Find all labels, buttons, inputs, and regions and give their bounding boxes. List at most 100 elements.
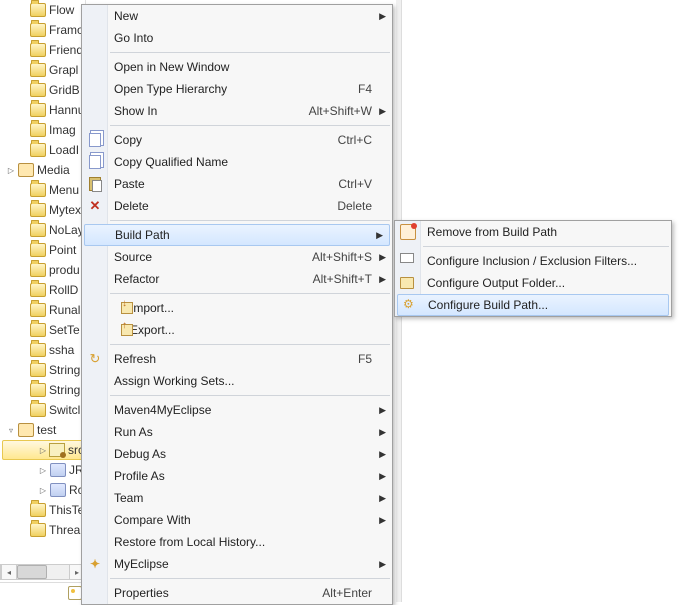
src-icon — [49, 443, 65, 457]
tree-item[interactable]: LoadI — [2, 140, 85, 160]
menu-item[interactable]: ✦MyEclipse▶ — [82, 553, 392, 575]
tree-item[interactable]: ▷Media — [2, 160, 85, 180]
tree-item-label: Friend — [49, 43, 83, 57]
expand-arrow-icon[interactable]: ▷ — [38, 465, 48, 475]
menu-item-shortcut: Ctrl+C — [338, 133, 372, 147]
submenu-item[interactable]: Remove from Build Path — [395, 221, 671, 243]
context-menu[interactable]: New▶Go Into Open in New WindowOpen Type H… — [81, 4, 393, 605]
tree-item[interactable]: ▷src — [2, 440, 85, 460]
menu-item[interactable]: Go Into — [82, 27, 392, 49]
submenu-arrow-icon: ▶ — [379, 405, 386, 416]
tree-item[interactable]: ▷Rc — [2, 480, 85, 500]
tree-item[interactable]: ▷JR — [2, 460, 85, 480]
expand-arrow-icon[interactable]: ▷ — [39, 445, 47, 455]
menu-item-shortcut: Ctrl+V — [338, 177, 372, 191]
tree-item[interactable]: Imag — [2, 120, 85, 140]
bottom-toolbar — [0, 582, 86, 602]
submenu-item[interactable]: Configure Output Folder... — [395, 272, 671, 294]
submenu-item[interactable]: Configure Inclusion / Exclusion Filters.… — [395, 250, 671, 272]
menu-item[interactable]: Run As▶ — [82, 421, 392, 443]
tree-item-label: Menu — [49, 183, 79, 197]
submenu-item[interactable]: ⚙Configure Build Path... — [397, 294, 669, 316]
menu-item[interactable]: Open in New Window — [82, 56, 392, 78]
folder-icon — [30, 83, 46, 97]
tree-item-label: SetTe — [49, 323, 80, 337]
menu-item[interactable]: Team▶ — [82, 487, 392, 509]
menu-item[interactable]: Copy Qualified Name — [82, 151, 392, 173]
expand-arrow-icon[interactable]: ▷ — [6, 165, 16, 175]
folder-icon — [30, 203, 46, 217]
menu-item[interactable]: Paste Ctrl+V — [82, 173, 392, 195]
menu-item-shortcut: F5 — [358, 352, 372, 366]
tree-item-label: ThisTe — [49, 503, 84, 517]
new-wizard-icon[interactable] — [68, 586, 82, 600]
jar-icon — [50, 483, 66, 497]
menu-separator — [110, 125, 390, 126]
menu-item[interactable]: Restore from Local History... — [82, 531, 392, 553]
tree-item[interactable]: NoLay — [2, 220, 85, 240]
menu-item[interactable]: Debug As▶ — [82, 443, 392, 465]
menu-item[interactable]: Show InAlt+Shift+W▶ — [82, 100, 392, 122]
menu-item[interactable]: CopyCtrl+C — [82, 129, 392, 151]
menu-item[interactable]: ✕DeleteDelete — [82, 195, 392, 217]
tree-item-label: Point — [49, 243, 76, 257]
tree-item-label: Switcl — [49, 403, 80, 417]
menu-item-label: Paste — [114, 177, 330, 191]
tree-item[interactable]: ThisTe — [2, 500, 85, 520]
menu-item[interactable]: New▶ — [82, 5, 392, 27]
tree-item[interactable]: Menu — [2, 180, 85, 200]
tree-item[interactable]: String — [2, 380, 85, 400]
tree-item[interactable]: String — [2, 360, 85, 380]
menu-item-label: Restore from Local History... — [114, 535, 372, 549]
tree-item[interactable]: Flow — [2, 0, 85, 20]
submenu-arrow-icon: ▶ — [379, 471, 386, 482]
tree-item[interactable]: Mytex — [2, 200, 85, 220]
menu-item[interactable]: Open Type HierarchyF4 — [82, 78, 392, 100]
proj-icon — [18, 423, 34, 437]
menu-separator — [110, 578, 390, 579]
tree-item-label: RollD — [49, 283, 78, 297]
menu-item[interactable]: Profile As▶ — [82, 465, 392, 487]
menu-separator — [423, 246, 669, 247]
menu-item[interactable]: SourceAlt+Shift+S▶ — [82, 246, 392, 268]
menu-item[interactable]: Build Path▶ — [84, 224, 390, 246]
scroll-thumb[interactable] — [17, 565, 47, 579]
build-path-submenu[interactable]: Remove from Build Path Configure Inclusio… — [394, 220, 672, 317]
tree-item[interactable]: Friend — [2, 40, 85, 60]
project-explorer[interactable]: FlowFramoFriendGraplGridBHannuImagLoadI▷… — [2, 0, 86, 560]
tree-item[interactable]: Point — [2, 240, 85, 260]
tree-item[interactable]: Runal — [2, 300, 85, 320]
folder-icon — [30, 323, 46, 337]
menu-item[interactable]: Export... — [82, 319, 392, 341]
tree-item[interactable]: Threa — [2, 520, 85, 540]
menu-item[interactable]: Compare With▶ — [82, 509, 392, 531]
expand-arrow-icon[interactable]: ▷ — [38, 485, 48, 495]
menu-item[interactable]: PropertiesAlt+Enter — [82, 582, 392, 604]
menu-item[interactable]: ↻RefreshF5 — [82, 348, 392, 370]
horizontal-scrollbar[interactable]: ◂ ▸ — [0, 564, 86, 580]
submenu-arrow-icon: ▶ — [379, 252, 386, 263]
menu-item-label: Debug As — [114, 447, 372, 461]
tree-item[interactable]: RollD — [2, 280, 85, 300]
tree-item[interactable]: produ — [2, 260, 85, 280]
scroll-left-button[interactable]: ◂ — [1, 565, 17, 579]
tree-item[interactable]: Grapl — [2, 60, 85, 80]
tree-item[interactable]: Framo — [2, 20, 85, 40]
tree-item[interactable]: GridB — [2, 80, 85, 100]
menu-item[interactable]: Import... — [82, 297, 392, 319]
tree-item[interactable]: Switcl — [2, 400, 85, 420]
menu-item-label: Source — [114, 250, 304, 264]
tree-item[interactable]: ssha — [2, 340, 85, 360]
menu-item[interactable]: Assign Working Sets... — [82, 370, 392, 392]
tree-item[interactable]: SetTe — [2, 320, 85, 340]
scroll-track[interactable] — [17, 565, 69, 579]
tree-item[interactable]: ▿test — [2, 420, 85, 440]
submenu-arrow-icon: ▶ — [379, 11, 386, 22]
menu-item[interactable]: Maven4MyEclipse▶ — [82, 399, 392, 421]
expand-arrow-icon[interactable]: ▿ — [6, 425, 16, 435]
menu-item[interactable]: RefactorAlt+Shift+T▶ — [82, 268, 392, 290]
tree-item[interactable]: Hannu — [2, 100, 85, 120]
submenu-arrow-icon: ▶ — [379, 274, 386, 285]
tree-item-label: Framo — [49, 23, 84, 37]
tree-item-label: ssha — [49, 343, 74, 357]
